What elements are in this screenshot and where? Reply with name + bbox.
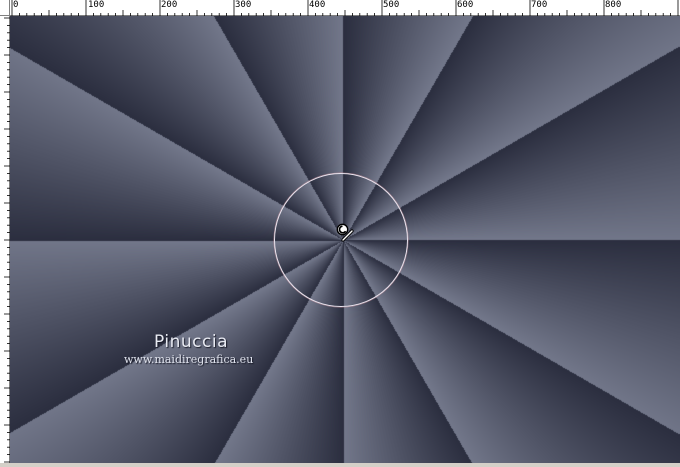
image-canvas[interactable]: Pinuccia www.maidiregrafica.eu [10, 16, 680, 463]
watermark-name: Pinuccia [154, 332, 228, 352]
ruler-label-600: 600 [457, 0, 474, 10]
radial-gradient-tool-cursor-icon[interactable] [335, 222, 355, 244]
ruler-label-700: 700 [531, 0, 548, 10]
horizontal-ruler: 0 100 200 300 400 500 600 700 800 [0, 0, 680, 16]
vertical-ruler-ticks [4, 17, 10, 463]
ruler-label-100: 100 [88, 0, 105, 10]
ruler-label-400: 400 [309, 0, 326, 10]
ruler-corner [0, 0, 10, 16]
ruler-label-800: 800 [605, 0, 622, 10]
watermark-url: www.maidiregrafica.eu [124, 353, 254, 366]
ruler-label-200: 200 [161, 0, 178, 10]
ruler-label-300: 300 [235, 0, 252, 10]
ruler-label-0: 0 [13, 0, 19, 10]
vertical-ruler [0, 16, 10, 463]
ruler-label-500: 500 [383, 0, 400, 10]
